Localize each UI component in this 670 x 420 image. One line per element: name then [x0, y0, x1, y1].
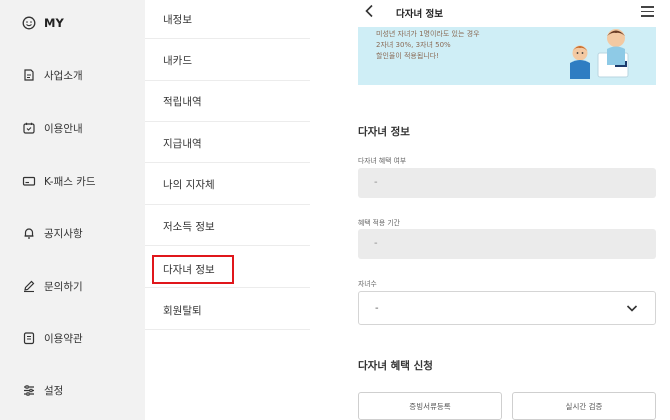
divider [145, 38, 310, 39]
field-value: - [374, 177, 378, 188]
divider [145, 80, 310, 81]
apply-section-title: 다자녀 혜택 신청 [358, 360, 433, 372]
sidebar-item-terms[interactable]: 이용약관 [22, 328, 83, 348]
divider [310, 0, 344, 420]
pencil-icon [22, 279, 36, 293]
sidebar-item-usage-guide[interactable]: 이용안내 [22, 118, 83, 138]
benefit-status-field: - [358, 168, 656, 198]
field-label: 혜택 적용 기간 [358, 219, 400, 227]
submenu-item-my-info[interactable]: 내정보 [163, 12, 192, 27]
submenu: 내정보 내카드 적립내역 지급내역 나의 지자체 저소득 정보 다자녀 정보 회… [145, 0, 310, 420]
divider [145, 245, 310, 246]
sidebar-item-kpass-card[interactable]: K-패스 카드 [22, 171, 96, 191]
field-value: - [374, 238, 378, 249]
sidebar-item-inquiry[interactable]: 문의하기 [22, 276, 83, 296]
banner-text: 2자녀 30%, 3자녀 50% [376, 41, 451, 49]
submenu-item-payment-history[interactable]: 지급내역 [163, 136, 202, 151]
submenu-item-low-income-info[interactable]: 저소득 정보 [163, 219, 215, 234]
family-illustration-icon [570, 29, 629, 79]
highlight-box [152, 255, 234, 284]
sidebar-item-label: MY [44, 16, 64, 30]
realtime-verify-button[interactable]: 실시간 검증 [512, 392, 656, 420]
submenu-item-withdraw[interactable]: 회원탈퇴 [163, 303, 202, 318]
sidebar: MY 사업소개 이용안내 K-패스 카드 공지사항 문의하기 이용약관 설정 [0, 0, 145, 420]
divider [145, 287, 310, 288]
sidebar-item-my[interactable]: MY [22, 13, 64, 33]
submenu-item-my-municipality[interactable]: 나의 지자체 [163, 177, 215, 192]
info-banner: 미성년 자녀가 1명이라도 있는 경우 2자녀 30%, 3자녀 50% 할인율… [358, 27, 656, 85]
settings-sliders-icon [22, 383, 36, 397]
hamburger-menu-icon[interactable] [641, 6, 654, 17]
card-icon [22, 174, 36, 188]
divider [145, 329, 310, 330]
divider [145, 204, 310, 205]
top-bar: 다자녀 정보 [344, 0, 670, 26]
select-value: - [375, 303, 379, 314]
divider [145, 121, 310, 122]
field-label: 다자녀 혜택 여부 [358, 157, 407, 165]
sidebar-item-label: 이용안내 [44, 122, 83, 135]
doc-upload-button[interactable]: 증빙서류등록 [358, 392, 502, 420]
page-title: 다자녀 정보 [396, 9, 444, 20]
sidebar-item-business-intro[interactable]: 사업소개 [22, 65, 83, 85]
banner-text: 할인율이 적용됩니다! [376, 52, 439, 60]
bell-icon [22, 226, 36, 240]
multi-child-info-screen: 다자녀 정보 미성년 자녀가 1명이라도 있는 경우 2자녀 30%, 3자녀 … [344, 0, 670, 420]
document-icon [22, 331, 36, 345]
sidebar-item-label: 설정 [44, 384, 64, 397]
calendar-icon [22, 121, 36, 135]
divider [145, 162, 310, 163]
menu-screen: MY 사업소개 이용안내 K-패스 카드 공지사항 문의하기 이용약관 설정 내… [0, 0, 310, 420]
section-title: 다자녀 정보 [358, 126, 410, 138]
benefit-period-field: - [358, 229, 656, 259]
submenu-item-my-card[interactable]: 내카드 [163, 53, 192, 68]
sidebar-item-label: 사업소개 [44, 69, 83, 82]
sidebar-item-label: 문의하기 [44, 280, 83, 293]
chevron-down-icon [625, 300, 639, 314]
field-label: 자녀수 [358, 280, 377, 288]
sidebar-item-settings[interactable]: 설정 [22, 380, 63, 400]
banner-text: 미성년 자녀가 1명이라도 있는 경우 [376, 30, 480, 38]
document-edit-icon [22, 68, 36, 82]
sidebar-item-label: K-패스 카드 [44, 175, 96, 188]
sidebar-item-label: 공지사항 [44, 227, 83, 240]
back-arrow-icon[interactable] [364, 4, 374, 21]
smile-icon [22, 16, 36, 30]
children-count-select[interactable]: - [358, 291, 656, 325]
sidebar-item-label: 이용약관 [44, 332, 83, 345]
submenu-item-points-history[interactable]: 적립내역 [163, 94, 202, 109]
sidebar-item-notice[interactable]: 공지사항 [22, 223, 83, 243]
